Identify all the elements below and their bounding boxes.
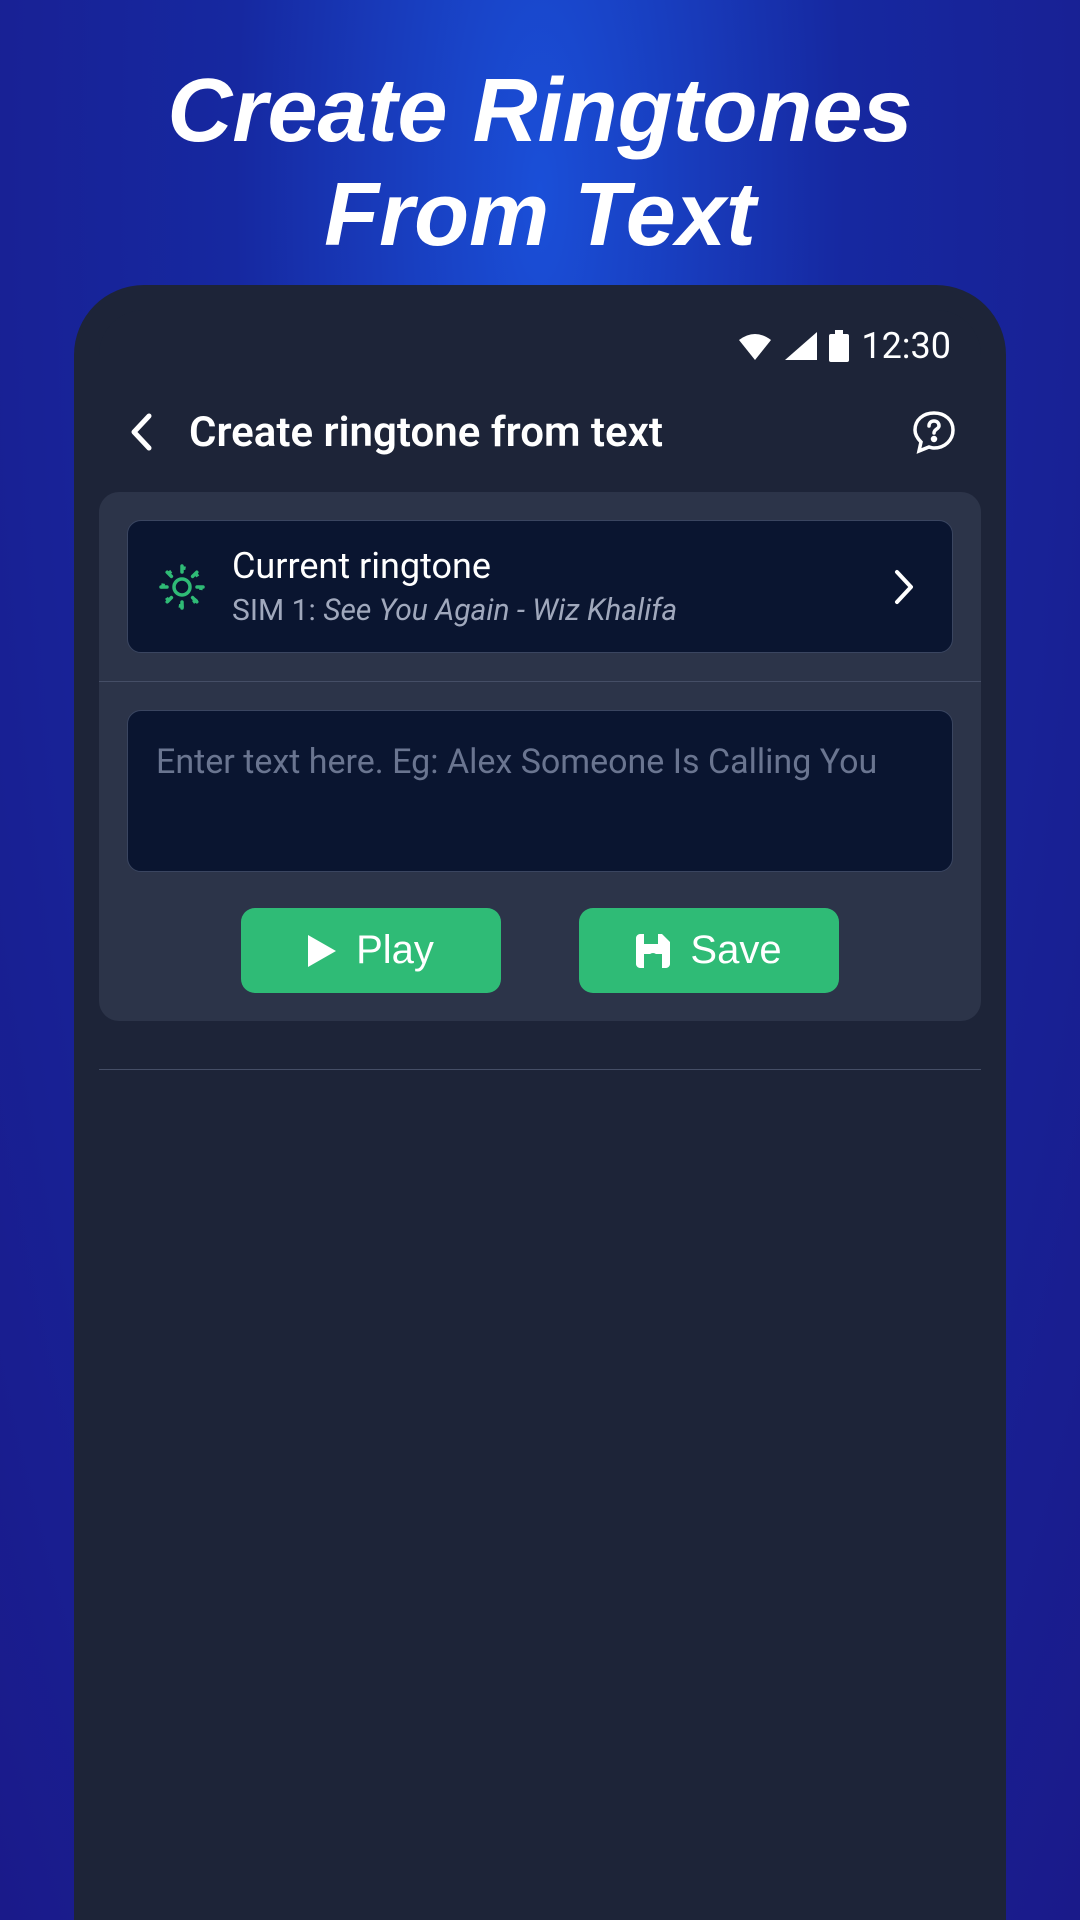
help-button[interactable]: [909, 407, 959, 457]
play-button-label: Play: [356, 928, 434, 973]
wifi-icon: [737, 332, 773, 360]
save-icon: [636, 934, 670, 968]
button-row: Play Save: [127, 908, 953, 993]
page-title: Create ringtone from text: [189, 408, 881, 457]
ringtone-info: Current ringtone SIM 1: See You Again - …: [232, 545, 860, 628]
phone-frame: 12:30 Create ringtone from text: [74, 285, 1006, 1920]
divider: [99, 681, 981, 682]
gear-icon: [156, 561, 208, 613]
play-icon: [308, 935, 336, 967]
hero-line-2: From Text: [0, 164, 1080, 268]
app-header: Create ringtone from text: [99, 377, 981, 492]
sim-label: SIM 1:: [232, 593, 316, 628]
ringtone-label: Current ringtone: [232, 545, 860, 587]
hero-line-1: Create Ringtones: [0, 60, 1080, 164]
hero-title: Create Ringtones From Text: [0, 0, 1080, 267]
status-bar: 12:30: [99, 310, 981, 377]
bottom-divider: [99, 1069, 981, 1070]
current-ringtone-card[interactable]: Current ringtone SIM 1: See You Again - …: [127, 520, 953, 653]
save-button[interactable]: Save: [579, 908, 839, 993]
ringtone-song: See You Again - Wiz Khalifa: [323, 593, 677, 628]
chevron-right-icon: [884, 567, 924, 607]
save-button-label: Save: [690, 928, 781, 973]
cell-signal-icon: [785, 332, 817, 360]
ringtone-value: SIM 1: See You Again - Wiz Khalifa: [232, 593, 860, 628]
back-button[interactable]: [121, 412, 161, 452]
battery-icon: [829, 330, 849, 362]
play-button[interactable]: Play: [241, 908, 501, 993]
content-card: Current ringtone SIM 1: See You Again - …: [99, 492, 981, 1021]
text-input[interactable]: Enter text here. Eg: Alex Someone Is Cal…: [127, 710, 953, 872]
help-icon: [911, 409, 957, 455]
status-time: 12:30: [861, 325, 951, 367]
phone-screen: 12:30 Create ringtone from text: [99, 310, 981, 1920]
chevron-left-icon: [130, 413, 152, 451]
